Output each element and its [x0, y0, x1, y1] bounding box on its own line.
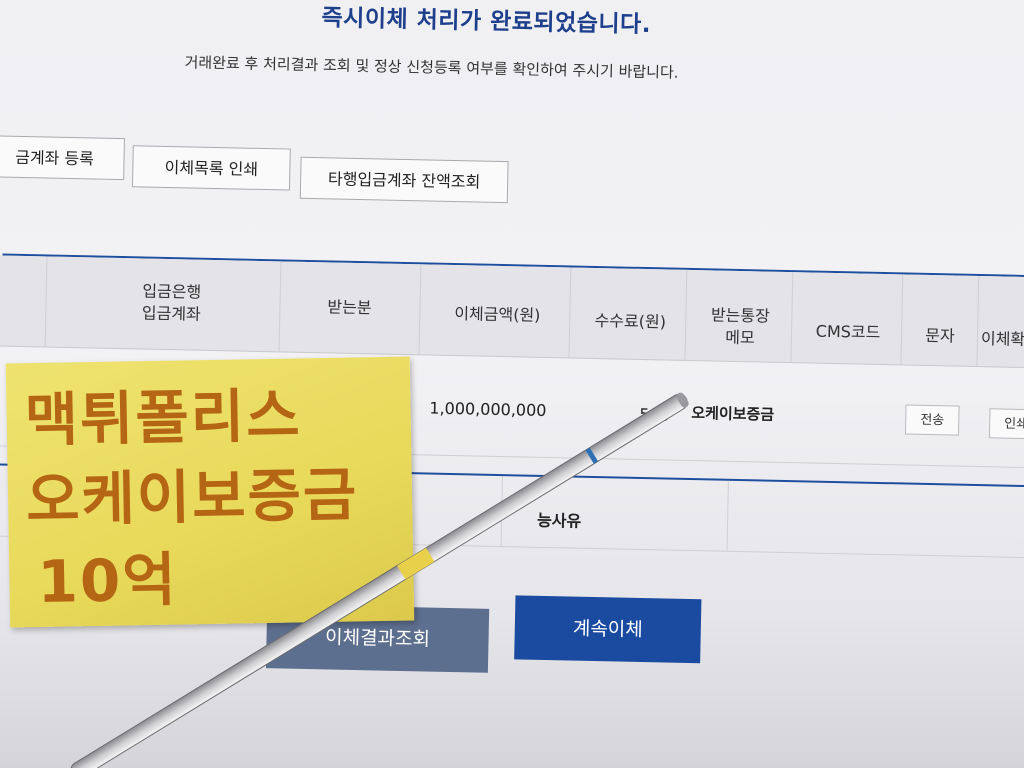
pointer-stick [70, 392, 689, 768]
stick-tape [397, 547, 435, 580]
stick-body [70, 393, 688, 768]
